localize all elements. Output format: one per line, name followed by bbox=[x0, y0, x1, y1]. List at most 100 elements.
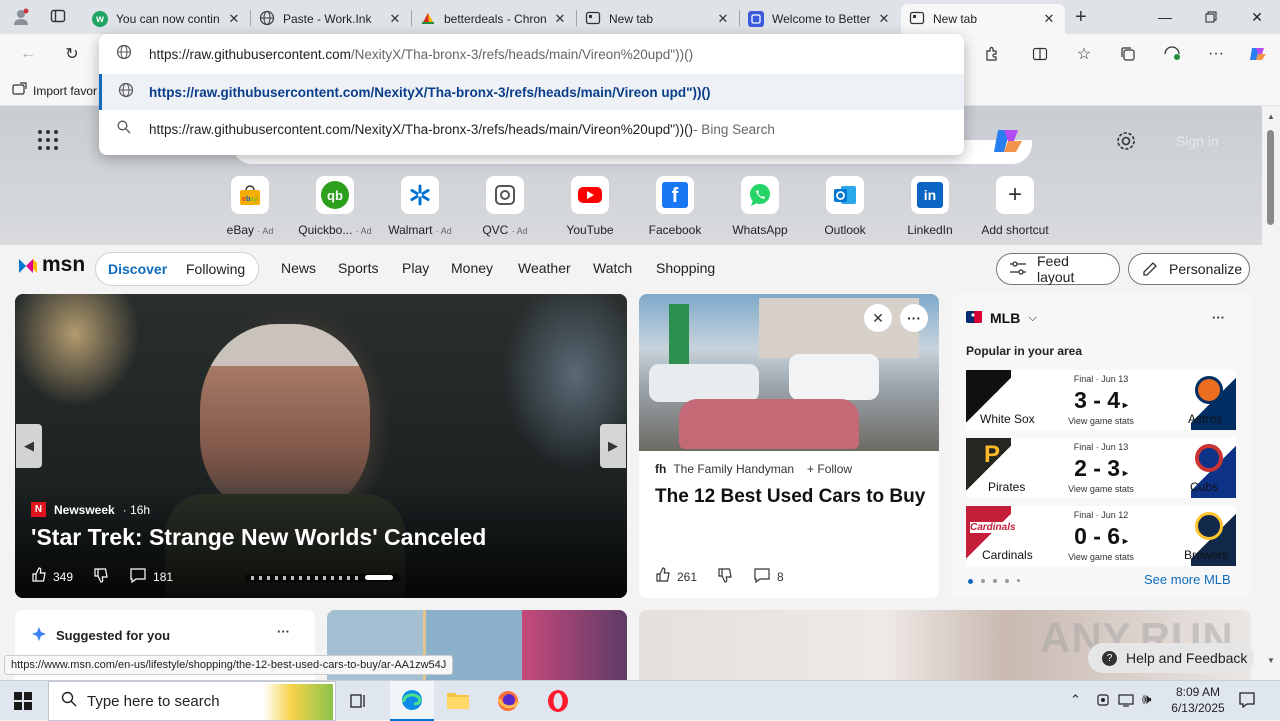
tab-2[interactable]: betterdeals - Chron ✕ bbox=[412, 4, 576, 34]
dismiss-icon[interactable]: ✕ bbox=[864, 304, 892, 332]
view-game-stats-link[interactable]: View game stats bbox=[966, 484, 1236, 494]
hero-title[interactable]: 'Star Trek: Strange New Worlds' Canceled bbox=[31, 524, 486, 551]
shortcut-outlook[interactable]: Outlook bbox=[803, 176, 887, 237]
close-icon[interactable]: ✕ bbox=[552, 11, 568, 27]
close-window-button[interactable]: ✕ bbox=[1234, 0, 1280, 34]
close-icon[interactable]: ✕ bbox=[876, 11, 892, 27]
follow-button[interactable]: + Follow bbox=[807, 462, 852, 476]
nav-play[interactable]: Play bbox=[402, 260, 429, 276]
task-view-icon[interactable] bbox=[350, 692, 368, 713]
nav-weather[interactable]: Weather bbox=[518, 260, 571, 276]
close-icon[interactable]: ✕ bbox=[226, 11, 242, 27]
shortcut-quickbooks[interactable]: qb Quickbo... · Ad bbox=[293, 176, 377, 237]
app-launcher-icon[interactable] bbox=[36, 128, 60, 155]
tab-0[interactable]: w You can now contin ✕ bbox=[84, 4, 250, 34]
tab-3[interactable]: New tab ✕ bbox=[577, 4, 739, 34]
show-hidden-icons[interactable]: ⌃ bbox=[1070, 692, 1081, 708]
tray-device-icon[interactable] bbox=[1096, 692, 1110, 711]
search-suggestion[interactable]: https://raw.githubusercontent.com/Nexity… bbox=[99, 111, 964, 147]
tab-discover[interactable]: Discover bbox=[108, 261, 167, 277]
edge-taskbar-icon[interactable] bbox=[390, 681, 434, 721]
refresh-icon[interactable]: ↻ bbox=[58, 40, 86, 68]
carousel-prev-icon[interactable]: ◀ bbox=[16, 424, 42, 468]
game-card[interactable]: Cardinals Cardinals Brewers Final · Jun … bbox=[966, 506, 1236, 566]
help-feedback-button[interactable]: ? Help and Feedback bbox=[1088, 643, 1254, 673]
mlb-more-icon[interactable]: ··· bbox=[1212, 310, 1225, 325]
story-card[interactable]: ✕ ··· fh The Family Handyman + Follow Th… bbox=[639, 294, 939, 598]
profile-icon[interactable] bbox=[8, 5, 34, 29]
shortcut-whatsapp[interactable]: WhatsApp bbox=[718, 176, 802, 237]
scrollbar-thumb[interactable] bbox=[1267, 130, 1274, 225]
game-card[interactable]: P Pirates Cubs Final · Jun 13 2 - 3 ▸ Vi… bbox=[966, 438, 1236, 498]
view-game-stats-link[interactable]: View game stats bbox=[966, 552, 1236, 562]
see-more-mlb-link[interactable]: See more MLB bbox=[1144, 572, 1231, 587]
tab-actions-icon[interactable] bbox=[50, 8, 70, 26]
shortcut-youtube[interactable]: YouTube bbox=[548, 176, 632, 237]
thumbs-down-icon[interactable] bbox=[93, 567, 109, 586]
shortcut-qvc[interactable]: QVC · Ad bbox=[463, 176, 547, 237]
thumbs-up-icon[interactable] bbox=[31, 567, 47, 586]
new-tab-plus-icon[interactable]: + bbox=[1075, 6, 1087, 29]
taskbar-search[interactable]: Type here to search bbox=[48, 681, 336, 721]
import-favorites-button[interactable]: Import favor bbox=[12, 82, 97, 99]
network-icon[interactable] bbox=[1118, 692, 1134, 711]
tab-4[interactable]: Welcome to Better ✕ bbox=[740, 4, 900, 34]
extensions-icon[interactable] bbox=[978, 40, 1006, 68]
back-icon[interactable]: ← bbox=[14, 40, 42, 68]
comment-icon[interactable] bbox=[753, 567, 771, 586]
favorites-icon[interactable]: ☆ bbox=[1070, 40, 1098, 68]
view-game-stats-link[interactable]: View game stats bbox=[966, 416, 1236, 426]
nav-money[interactable]: Money bbox=[451, 260, 493, 276]
close-icon[interactable]: ✕ bbox=[387, 11, 403, 27]
hero-card[interactable]: ◀ ▶ N Newsweek · 16h 'Star Trek: Strange… bbox=[15, 294, 627, 598]
close-icon[interactable]: ✕ bbox=[715, 11, 731, 27]
file-explorer-icon[interactable] bbox=[446, 689, 470, 714]
url-suggestion[interactable]: https://raw.githubusercontent.com/Nexity… bbox=[99, 74, 964, 110]
browser-essentials-icon[interactable] bbox=[1158, 40, 1186, 68]
shortcut-walmart[interactable]: Walmart · Ad bbox=[378, 176, 462, 237]
add-shortcut-button[interactable]: + Add shortcut bbox=[973, 176, 1057, 237]
firefox-icon[interactable] bbox=[496, 689, 520, 716]
carousel-next-icon[interactable]: ▶ bbox=[600, 424, 626, 468]
collections-icon[interactable] bbox=[1114, 40, 1142, 68]
tab-1[interactable]: Paste - Work.Ink ✕ bbox=[251, 4, 411, 34]
more-menu-icon[interactable]: ··· bbox=[1202, 40, 1230, 68]
game-card[interactable]: S White Sox Astros Final · Jun 13 3 - 4 … bbox=[966, 370, 1236, 430]
thumbs-down-icon[interactable] bbox=[717, 567, 733, 586]
nav-sports[interactable]: Sports bbox=[338, 260, 378, 276]
mlb-pager-dots[interactable] bbox=[968, 579, 1020, 584]
thumbs-up-icon[interactable] bbox=[655, 567, 671, 586]
shortcut-ebay[interactable]: e b ay eBay · Ad bbox=[208, 176, 292, 237]
story-title[interactable]: The 12 Best Used Cars to Buy bbox=[655, 486, 925, 508]
copilot-icon[interactable] bbox=[1244, 40, 1272, 68]
opera-icon[interactable] bbox=[546, 689, 570, 716]
notifications-icon[interactable] bbox=[1238, 691, 1256, 712]
personalize-button[interactable]: Personalize bbox=[1128, 253, 1250, 285]
tab-5[interactable]: New tab ✕ bbox=[901, 4, 1065, 34]
shortcut-facebook[interactable]: f Facebook bbox=[633, 176, 717, 237]
restore-button[interactable] bbox=[1188, 0, 1234, 34]
msn-logo[interactable]: msn bbox=[16, 253, 85, 277]
windows-start-icon[interactable] bbox=[14, 692, 32, 713]
mlb-header[interactable]: MLB ⌵ bbox=[966, 310, 1037, 326]
address-input[interactable]: https://raw.githubusercontent.com/Nexity… bbox=[99, 36, 964, 72]
split-screen-icon[interactable] bbox=[1026, 40, 1054, 68]
minimize-button[interactable]: — bbox=[1142, 0, 1188, 34]
close-icon[interactable]: ✕ bbox=[1041, 11, 1057, 27]
shortcut-linkedin[interactable]: in LinkedIn bbox=[888, 176, 972, 237]
suggested-more-icon[interactable]: ··· bbox=[277, 624, 290, 639]
settings-gear-icon[interactable] bbox=[1115, 130, 1137, 155]
nav-shopping[interactable]: Shopping bbox=[656, 260, 715, 276]
sign-in-link[interactable]: Sign in bbox=[1176, 133, 1219, 149]
tab-following[interactable]: Following bbox=[186, 261, 245, 277]
more-options-icon[interactable]: ··· bbox=[900, 304, 928, 332]
feed-layout-button[interactable]: Feed layout bbox=[996, 253, 1120, 285]
page-scrollbar[interactable]: ▲ ▼ bbox=[1262, 106, 1280, 680]
clock[interactable]: 8:09 AM 6/13/2025 bbox=[1170, 684, 1226, 716]
nav-watch[interactable]: Watch bbox=[593, 260, 632, 276]
comment-icon[interactable] bbox=[129, 567, 147, 586]
carousel-dots[interactable] bbox=[245, 574, 401, 582]
volume-icon[interactable]: 🕪 bbox=[1142, 691, 1151, 708]
site-info-icon[interactable] bbox=[99, 44, 149, 64]
copilot-search-icon[interactable] bbox=[992, 126, 1024, 159]
